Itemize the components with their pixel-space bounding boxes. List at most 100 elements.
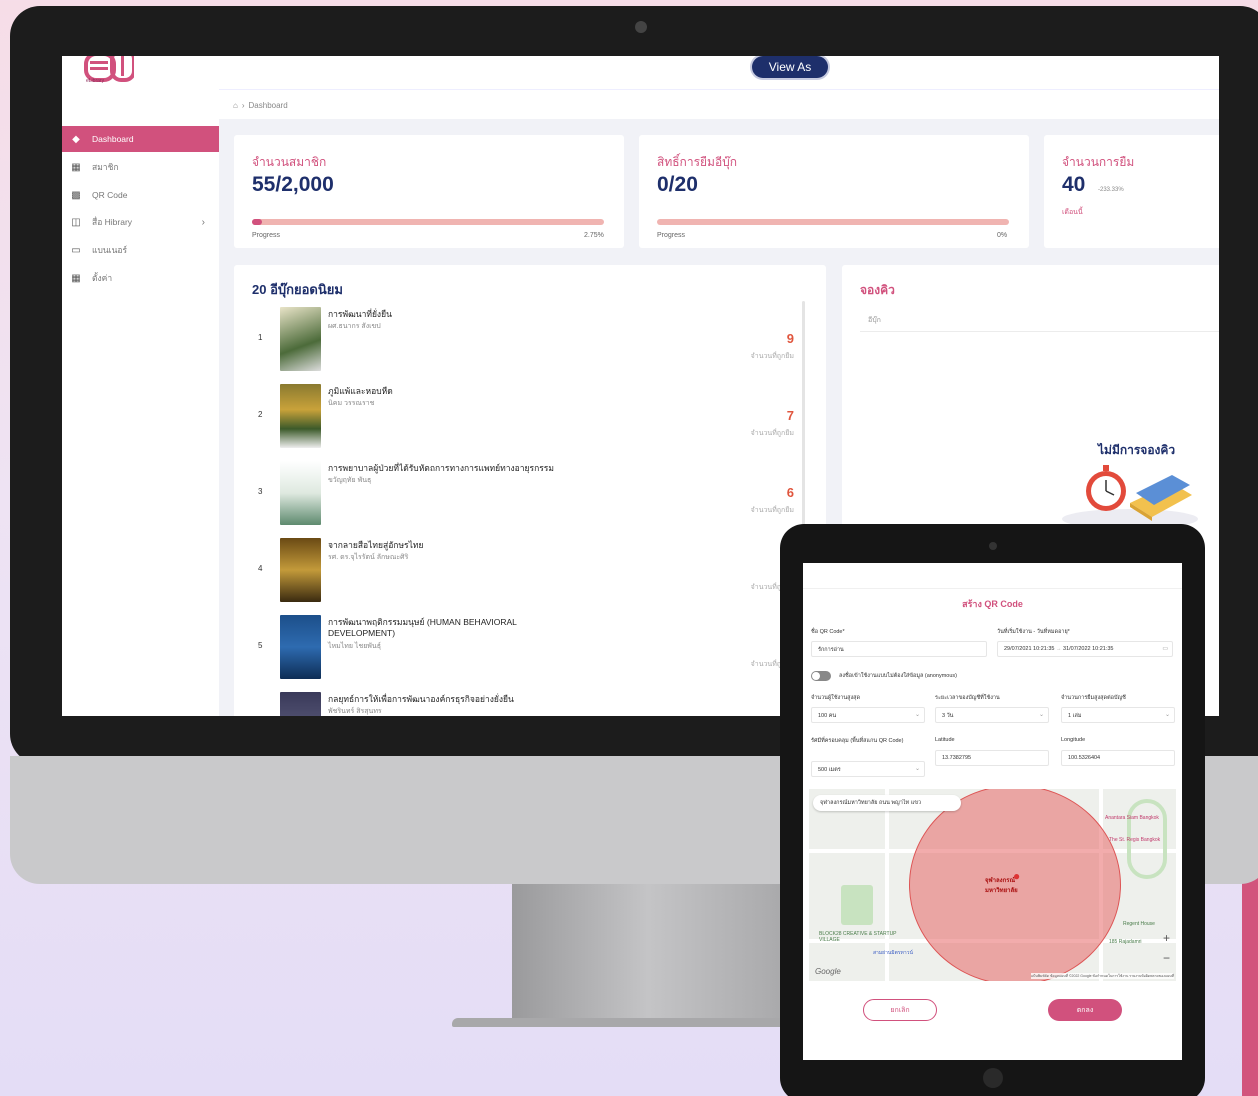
qr-code-icon: ▩ [71,189,81,201]
progress-fill [252,219,262,225]
card-title: จำนวนการยืม [1062,155,1135,169]
sidebar-item-hibrary[interactable]: ◫ สื่อ Hibrary › [62,209,219,235]
top-bar: eLibrary View As [62,56,1219,89]
sidebar-item-members[interactable]: ▦ สมาชิก [62,154,219,180]
map-poi: Anantara Siam Bangkok [1105,815,1159,821]
change-percent: -233.33% [1098,187,1124,193]
longitude-label: Longitude [1061,737,1086,743]
sidebar-item-label: QR Code [92,190,128,200]
zoom-out-button[interactable]: − [1163,951,1170,965]
latitude-input[interactable]: 13.7382795 [935,750,1049,766]
borrow-count-label: จำนวนที่ถูกยืม [750,507,794,514]
ok-button[interactable]: ตกลง [1048,999,1122,1021]
progress-label: Progress [252,232,281,239]
queue-title: จองคิว [860,283,895,297]
breadcrumb-separator: › [241,101,245,110]
camera-icon [989,542,997,550]
card-title: สิทธิ์การยืมอีบุ๊ก [657,155,738,169]
book-title: จากลายสือไทยสู่อักษรไทย [328,540,424,550]
period-label[interactable]: เดือนนี้ [1062,207,1083,218]
book-author: ผศ.ธนากร สังเขป [328,323,381,330]
book-title: การพัฒนาที่ยั่งยืน [328,309,392,319]
card-value: 55/2,000 [252,173,334,196]
breadcrumb-current[interactable]: Dashboard [249,101,288,110]
book-author: รศ. ดร.จุไรรัตน์ ลักษณะศิริ [328,554,409,561]
book-cover [280,384,321,448]
empty-queue-text: ไม่มีการจองคิว [1098,443,1176,457]
map-poi: 185 Rajadamri [1109,939,1142,945]
book-cover [280,461,321,525]
sidebar-item-label: Dashboard [92,134,134,144]
account-period-select[interactable]: 3 วัน ⌄ [935,707,1049,723]
chevron-down-icon: ⌄ [914,766,920,772]
borrow-count-card: จำนวนการยืม 40 -233.33% เดือนนี้ [1044,135,1219,248]
longitude-input[interactable]: 100.5326404 [1061,750,1175,766]
book-row[interactable]: 3 การพยาบาลผู้ป่วยที่ได้รับหัตถการทางการ… [252,459,802,535]
qr-name-label: ชื่อ QR Code* [811,629,845,635]
camera-icon [635,21,647,33]
book-rank: 1 [258,333,263,342]
book-row[interactable]: กลยุทธ์การให้เพื่อการพัฒนาองค์กรธุรกิจอย… [252,690,802,716]
breadcrumb: ⌂ › Dashboard [233,101,288,110]
map-search-box[interactable]: จุฬาลงกรณ์มหาวิทยาลัย ถนน พญาไท แขว [813,795,961,811]
view-as-button[interactable]: View As [752,56,828,78]
location-map[interactable]: จุฬาลงกรณ์มหาวิทยาลัย ถนน พญาไท แขว Anan… [809,789,1176,981]
popular-ebooks-card: 20 อีบุ๊กยอดนิยม 1 การพัฒนาที่ยั่งยืน ผศ… [234,265,826,716]
card-value: 40 [1062,173,1086,196]
max-users-select[interactable]: 100 คน ⌄ [811,707,925,723]
card-title: จำนวนสมาชิก [252,155,327,169]
members-icon: ▦ [71,161,81,173]
sidebar-item-settings[interactable]: ▦ ตั้งค่า [62,265,219,291]
rights-progress-bar [657,219,1009,225]
book-icon: ◫ [71,216,81,228]
logo-text: eLibrary [86,78,105,84]
max-borrow-select[interactable]: 1 เล่ม ⌄ [1061,707,1175,723]
qr-code-dialog: สร้าง QR Code ชื่อ QR Code* รักการอ่าน ว… [803,563,1182,1060]
chevron-down-icon: ⌄ [1164,712,1170,718]
zoom-in-button[interactable]: + [1163,931,1170,945]
progress-value: 2.75% [584,232,604,239]
book-row[interactable]: 5 การพัฒนาพฤติกรรมมนุษย์ (HUMAN BEHAVIOR… [252,613,802,689]
queue-column-header: อีบุ๊ก [868,317,881,324]
location-pin-icon: ● [1013,869,1021,883]
progress-value: 0% [997,232,1008,239]
date-start: 29/07/2021 10:21:35 [1004,646,1055,652]
map-attribution[interactable]: แป้นพิมพ์ลัด ข้อมูลแผนที่ ©2022 Google ข… [1030,973,1174,979]
book-row[interactable]: 4 จากลายสือไทยสู่อักษรไทย รศ. ดร.จุไรรัต… [252,536,802,612]
dialog-header-strip [803,563,1182,589]
book-author: ขวัญฤทัย พันธุ [328,477,372,484]
book-title: ภูมิแพ้และหอบหืด [328,386,393,396]
select-value: 100 คน [818,713,837,719]
account-period-label: ระยะเวลาของบัญชีที่ใช้งาน [935,695,1000,701]
imac-stand-foot [452,1018,792,1027]
book-row[interactable]: 2 ภูมิแพ้และหอบหืด นิคม วรรณราช 7 จำนวนท… [252,382,802,458]
chevron-right-icon: › [201,216,205,228]
select-value: 3 วัน [942,713,954,719]
chevron-down-icon: ⌄ [1038,712,1044,718]
imac-stand [512,884,784,1024]
sidebar-item-dashboard[interactable]: ◆ Dashboard [62,126,219,152]
members-card: จำนวนสมาชิก 55/2,000 Progress 2.75% [234,135,624,248]
progress-label: Progress [657,232,686,239]
date-range-input[interactable]: 29/07/2021 10:21:35 → 31/07/2022 10:21:3… [997,641,1173,657]
date-end: 31/07/2022 10:21:35 [1063,646,1114,652]
card-value: 0/20 [657,173,698,196]
book-author: นิคม วรรณราช [328,400,375,407]
map-poi: จุฬาลงกรณ์ มหาวิทยาลัย [985,878,1018,894]
qr-name-input[interactable]: รักการอ่าน [811,641,987,657]
divider [860,331,1219,332]
book-row[interactable]: 1 การพัฒนาที่ยั่งยืน ผศ.ธนากร สังเขป 9 จ… [252,305,802,381]
calendar-icon: ▭ [1162,646,1168,652]
sidebar-item-banner[interactable]: ▭ แบนเนอร์ [62,237,219,263]
book-cover [280,615,321,679]
borrow-count-label: จำนวนที่ถูกยืม [750,353,794,360]
sidebar-item-label: ตั้งค่า [92,273,113,283]
book-cover [280,307,321,371]
radius-select[interactable]: 500 เมตร ⌄ [811,761,925,777]
home-icon[interactable]: ⌂ [233,101,238,110]
sidebar-item-label: สมาชิก [92,162,119,172]
sidebar-item-qr-code[interactable]: ▩ QR Code [62,182,219,208]
anonymous-label: ลงชื่อเข้าใช้งานแบบไม่ต้องใส่ข้อมูล (ano… [839,673,957,679]
cancel-button[interactable]: ยกเลิก [863,999,937,1021]
settings-icon: ▦ [71,272,81,284]
